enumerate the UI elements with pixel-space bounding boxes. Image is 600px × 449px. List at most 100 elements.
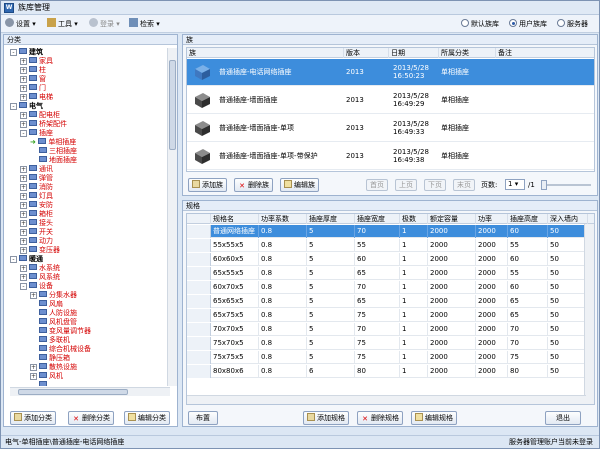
spec-cell[interactable]: 60x60x5	[211, 253, 259, 266]
spec-cell[interactable]: 6	[307, 365, 355, 378]
spec-cell[interactable]: 55	[355, 239, 400, 252]
family-row[interactable]: 普通插座-墙面插座 2013 2013/5/28 16:49:29 单相插座	[187, 87, 594, 114]
expand-icon[interactable]: +	[20, 76, 27, 83]
tree-node[interactable]: + 配电柜	[20, 111, 60, 120]
tree-node[interactable]: - 插座	[20, 129, 53, 138]
spec-column-header[interactable]: 深入墙内	[548, 214, 588, 224]
tree-node[interactable]: + 风机	[30, 372, 63, 381]
tree-node[interactable]: + 柱	[20, 66, 46, 75]
tree-node[interactable]: + 通讯	[20, 165, 53, 174]
spec-cell[interactable]: 2000	[428, 225, 476, 238]
spec-cell[interactable]: 2000	[476, 295, 508, 308]
spec-cell[interactable]: 60	[508, 253, 548, 266]
spec-cell[interactable]: 80	[508, 365, 548, 378]
spec-row[interactable]: 60x60x5 0.8 5 60 1 2000 2000 60 50	[187, 253, 594, 266]
edit-category-button[interactable]: 编辑分类	[124, 411, 170, 425]
tree-node[interactable]: 多联机	[30, 336, 70, 345]
spec-cell[interactable]: 50	[548, 267, 588, 280]
add-family-button[interactable]: 添加族	[188, 178, 227, 192]
spec-cell[interactable]: 70x70x5	[211, 323, 259, 336]
spec-cell[interactable]: 65	[355, 295, 400, 308]
tree-node[interactable]: + 变压器	[20, 246, 60, 255]
spec-cell[interactable]: 0.8	[259, 253, 307, 266]
prev-page-button[interactable]: 上页	[395, 179, 417, 191]
spec-cell[interactable]: 50	[548, 239, 588, 252]
row-header[interactable]	[187, 295, 211, 308]
tree-vertical-scrollbar[interactable]	[167, 48, 177, 386]
tree-node[interactable]: - 电气	[10, 102, 43, 111]
tree-node[interactable]: 人防设施	[30, 309, 77, 318]
collapse-icon[interactable]: -	[20, 130, 27, 137]
spec-column-header[interactable]: 极数	[400, 214, 428, 224]
tree-node[interactable]: - 建筑	[10, 48, 43, 57]
spec-cell[interactable]: 80x80x6	[211, 365, 259, 378]
spec-cell[interactable]: 70	[508, 323, 548, 336]
spec-cell[interactable]: 65x65x5	[211, 295, 259, 308]
spec-cell[interactable]: 75	[355, 337, 400, 350]
spec-cell[interactable]: 1	[400, 281, 428, 294]
spec-column-header[interactable]: 规格名	[211, 214, 259, 224]
tree-node[interactable]: + 窗	[20, 75, 46, 84]
spec-column-header[interactable]: 额定容量	[428, 214, 476, 224]
expand-icon[interactable]: +	[20, 274, 27, 281]
spec-cell[interactable]: 50	[548, 323, 588, 336]
spec-row[interactable]: 65x75x5 0.8 5 75 1 2000 2000 65 50	[187, 309, 594, 322]
page-select[interactable]: 1 ▾	[505, 179, 525, 190]
tree-node[interactable]: + 门	[20, 84, 46, 93]
spec-cell[interactable]: 5	[307, 239, 355, 252]
spec-cell[interactable]: 60	[508, 225, 548, 238]
spec-cell[interactable]: 2000	[428, 365, 476, 378]
spec-cell[interactable]: 0.8	[259, 239, 307, 252]
exit-button[interactable]: 退出	[545, 411, 581, 425]
spec-cell[interactable]: 2000	[476, 323, 508, 336]
row-header[interactable]	[187, 253, 211, 266]
expand-icon[interactable]: +	[20, 220, 27, 227]
spec-cell[interactable]: 50	[548, 337, 588, 350]
tree-node[interactable]: + 风系统	[20, 273, 60, 282]
expand-icon[interactable]: +	[20, 58, 27, 65]
settings-menu[interactable]: 设置 ▾	[5, 18, 36, 30]
row-header[interactable]	[187, 281, 211, 294]
spec-cell[interactable]: 5	[307, 337, 355, 350]
tree-node[interactable]: 风扇	[30, 300, 63, 309]
expand-icon[interactable]: +	[20, 67, 27, 74]
spec-cell[interactable]: 0.8	[259, 365, 307, 378]
radio-default-lib[interactable]: 默认族库	[461, 19, 499, 29]
edit-family-button[interactable]: 编辑族	[280, 178, 319, 192]
spec-cell[interactable]: 65	[355, 267, 400, 280]
spec-cell[interactable]: 70	[355, 323, 400, 336]
spec-cell[interactable]: 0.8	[259, 337, 307, 350]
spec-cell[interactable]: 2000	[428, 295, 476, 308]
spec-cell[interactable]: 1	[400, 295, 428, 308]
spec-row[interactable]: 80x80x6 0.8 6 80 1 2000 2000 80 50	[187, 365, 594, 378]
family-row[interactable]: 普通插座-墙面插座-单项-带保护 2013 2013/5/28 16:49:38 单相插…	[187, 143, 594, 170]
spec-cell[interactable]: 65x75x5	[211, 309, 259, 322]
spec-cell[interactable]: 80	[355, 365, 400, 378]
spec-column-header[interactable]: 插座宽度	[355, 214, 400, 224]
spec-cell[interactable]: 2000	[476, 267, 508, 280]
expand-icon[interactable]: +	[20, 121, 27, 128]
col-date[interactable]: 日期	[389, 48, 439, 58]
tree-node[interactable]: + 家具	[20, 57, 53, 66]
spec-cell[interactable]: 75	[508, 351, 548, 364]
spec-cell[interactable]: 0.8	[259, 309, 307, 322]
spec-cell[interactable]: 0.8	[259, 267, 307, 280]
col-version[interactable]: 版本	[344, 48, 389, 58]
row-header[interactable]	[187, 239, 211, 252]
expand-icon[interactable]: +	[20, 229, 27, 236]
expand-icon[interactable]: +	[20, 112, 27, 119]
spec-cell[interactable]: 2000	[428, 267, 476, 280]
row-header[interactable]	[187, 337, 211, 350]
spec-cell[interactable]: 0.8	[259, 323, 307, 336]
spec-cell[interactable]: 2000	[476, 281, 508, 294]
spec-cell[interactable]: 50	[548, 309, 588, 322]
expand-icon[interactable]: +	[20, 175, 27, 182]
row-header[interactable]	[187, 323, 211, 336]
spec-row[interactable]: 65x65x5 0.8 5 65 1 2000 2000 65 50	[187, 295, 594, 308]
tree-node[interactable]: …	[30, 381, 56, 386]
spec-cell[interactable]: 50	[548, 351, 588, 364]
spec-cell[interactable]: 0.8	[259, 351, 307, 364]
collapse-icon[interactable]: -	[10, 49, 17, 56]
expand-icon[interactable]: +	[30, 292, 37, 299]
add-spec-button[interactable]: 添加规格	[303, 411, 349, 425]
